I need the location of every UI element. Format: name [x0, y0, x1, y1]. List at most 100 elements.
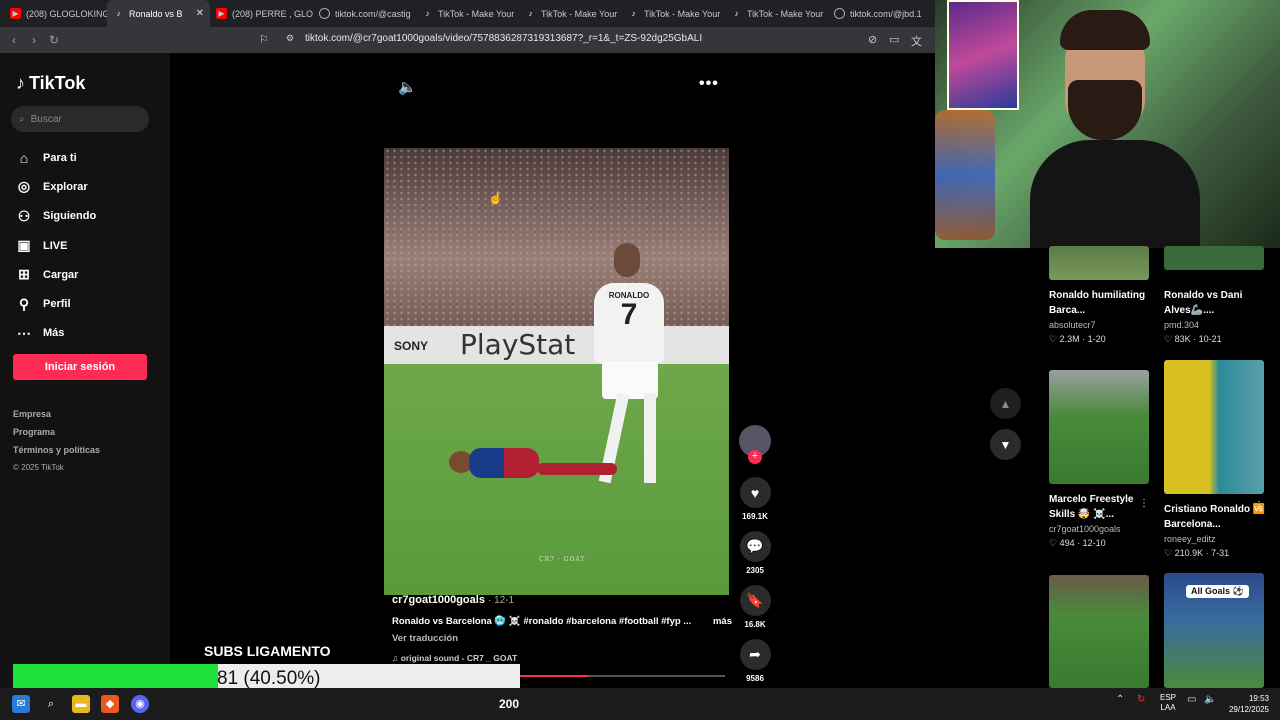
subs-goal-title: SUBS LIGAMENTO — [204, 643, 331, 659]
share-icon[interactable]: ➦ — [739, 639, 771, 670]
no-tracking-icon[interactable]: ⊘ — [868, 33, 877, 46]
back-icon[interactable]: ‹ — [4, 33, 24, 47]
related-stats: ♡ 210.9K · 7-31 — [1164, 548, 1230, 558]
video-progress-bar[interactable] — [520, 675, 725, 677]
browser-tab[interactable]: ♪ TikTok - Make Your — [416, 0, 519, 27]
follow-plus-icon[interactable]: + — [748, 450, 762, 464]
discord-icon[interactable]: ◉ — [131, 695, 149, 713]
save-count: 16.8K — [744, 620, 766, 629]
tiktok-note-icon: ♪ — [16, 73, 25, 93]
tiktok-logo[interactable]: ♪ TikTok — [16, 73, 85, 94]
tab-label: tiktok.com/@castig — [335, 8, 411, 19]
clock[interactable]: 19:53 29/12/2025 — [1225, 693, 1269, 715]
video-player[interactable]: SONY PlayStat RONALDO 7 CR7 · GOAT ☝ — [384, 148, 729, 595]
sidebar-item-más[interactable]: ⋯ Más — [16, 319, 96, 348]
video-thumbnail[interactable] — [1049, 246, 1149, 280]
browser-tab[interactable]: ♪ Ronaldo vs B ✕ — [107, 0, 210, 27]
tab-label: (208) GLOGLOKING — [26, 8, 107, 19]
author-avatar[interactable]: + — [739, 425, 771, 464]
browser-tab[interactable]: tiktok.com/@jbd.1 — [828, 0, 931, 27]
sidebar-item-live[interactable]: ▣ LIVE — [16, 231, 96, 260]
video-thumbnail[interactable]: All Goals ⚽ — [1164, 573, 1264, 688]
reload-icon[interactable]: ↻ — [44, 33, 64, 47]
volume-icon[interactable]: 🔈 — [398, 78, 417, 96]
address-bar: ‹ › ↻ ⚐ ⚙ tiktok.com/@cr7goat1000goals/v… — [0, 27, 935, 53]
kebab-menu-icon[interactable]: ⋮ — [1254, 500, 1264, 511]
profile-icon: ⚲ — [18, 295, 30, 312]
video-thumbnail[interactable] — [1164, 246, 1264, 270]
tab-label: TikTok - Make Your — [644, 8, 721, 19]
network-icon[interactable]: ▭ — [1187, 694, 1196, 705]
url-field[interactable]: tiktok.com/@cr7goat1000goals/video/75788… — [305, 33, 702, 44]
sidebar-item-cargar[interactable]: ⊞ Cargar — [16, 260, 96, 289]
video-thumbnail[interactable] — [1164, 360, 1264, 494]
translate-link[interactable]: Ver traducción — [392, 633, 732, 644]
sidebar-nav: ⌂ Para ti ◎ Explorar ⚇ Siguiendo ▣ LIVE ⊞ Cargar ⚲… — [16, 143, 96, 348]
browser-tab[interactable]: ♪ TikTok - Make Your — [725, 0, 828, 27]
related-video-card[interactable]: All Goals ⚽ — [1164, 573, 1266, 688]
footer-link-programa[interactable]: Programa — [13, 427, 100, 445]
footer-link-empresa[interactable]: Empresa — [13, 409, 100, 427]
bookmark-icon[interactable]: ⚐ — [259, 33, 269, 46]
tab-label: TikTok - Make Your — [438, 8, 515, 19]
screen-icon[interactable]: ▭ — [889, 33, 899, 46]
next-video-chevron-down-icon[interactable]: ▼ — [990, 429, 1021, 460]
tray-chevron-up-icon[interactable]: ⌃ — [1116, 694, 1124, 705]
related-video-card[interactable]: Ronaldo vs Dani Alves🦾.... pmd.304 ♡ 83K… — [1164, 246, 1266, 345]
more-options-icon[interactable]: ••• — [699, 75, 719, 93]
footer-link-terminos[interactable]: Términos y políticas — [13, 445, 100, 463]
related-video-card[interactable]: Ronaldo humiliating Barca... absolutecr7… — [1049, 246, 1151, 345]
author-name[interactable]: cr7goat1000goals — [392, 594, 485, 606]
browser-tab[interactable]: ♪ TikTok - Make Your — [519, 0, 622, 27]
subs-progress-text: 81 (40.50%) — [217, 668, 321, 689]
related-stats: ♡ 494 · 12-10 — [1049, 538, 1106, 548]
related-video-card[interactable] — [1049, 575, 1151, 688]
browser-tab[interactable]: tiktok.com/@castig — [313, 0, 416, 27]
bookmark-save-icon[interactable]: 🔖 — [739, 585, 771, 616]
browser-tab[interactable]: ▶ (208) GLOGLOKING — [4, 0, 107, 27]
sidebar-item-perfil[interactable]: ⚲ Perfil — [16, 289, 96, 318]
tab-label: tiktok.com/@jbd.1 — [850, 8, 922, 19]
related-video-card[interactable]: ⋮ Marcelo Freestyle Skills 🤯 ☠️... cr7go… — [1049, 370, 1151, 549]
comment-icon[interactable]: 💬 — [739, 531, 771, 562]
brave-browser-icon[interactable]: ◆ — [101, 695, 119, 713]
youtube-icon: ▶ — [10, 8, 21, 19]
previous-video-chevron-up-icon[interactable]: ▲ — [990, 388, 1021, 419]
hand-cursor-icon: ☝ — [488, 191, 503, 205]
youtube-icon: ▶ — [216, 8, 227, 19]
kebab-menu-icon[interactable]: ⋮ — [1139, 498, 1149, 509]
sync-icon[interactable]: ↻ — [1137, 694, 1145, 705]
volume-tray-icon[interactable]: 🔈 — [1204, 694, 1216, 705]
translate-icon[interactable]: 文 — [911, 33, 922, 49]
video-feed: 🔈 ••• SONY PlayStat RONALDO 7 CR7 · GOAT… — [170, 53, 1021, 688]
sidebar-item-label: Para ti — [43, 151, 77, 164]
sound-link[interactable]: ♫ original sound - CR7 _ GOAT — [392, 653, 732, 663]
heart-outline-icon: ♡ — [1164, 334, 1175, 344]
fallen-player — [429, 443, 619, 483]
video-thumbnail[interactable] — [1049, 575, 1149, 688]
close-tab-icon[interactable]: ✕ — [196, 8, 204, 19]
language-indicator[interactable]: ESP LAA — [1160, 693, 1176, 713]
outlook-icon[interactable]: ✉ — [12, 695, 30, 713]
site-info-icon[interactable]: ⚙ — [286, 33, 294, 44]
browser-tab[interactable]: ▶ (208) PERRE , GLOG — [210, 0, 313, 27]
comment-count: 2305 — [746, 566, 764, 575]
globe-icon — [319, 8, 330, 19]
more-link[interactable]: más — [713, 616, 732, 627]
file-explorer-icon[interactable]: ▬ — [72, 695, 90, 713]
sidebar-item-siguiendo[interactable]: ⚇ Siguiendo — [16, 202, 96, 231]
login-button[interactable]: Iniciar sesión — [13, 354, 147, 380]
search-input[interactable]: ⌕ Buscar — [11, 106, 149, 132]
heart-outline-icon: ♡ — [1164, 548, 1175, 558]
video-thumbnail[interactable] — [1049, 370, 1149, 484]
related-video-card[interactable]: ⋮ Cristiano Ronaldo 🆚 Barcelona... ronee… — [1164, 360, 1266, 559]
sidebar-item-explorar[interactable]: ◎ Explorar — [16, 172, 96, 201]
browser-tab[interactable]: ♪ TikTok - Make Your — [622, 0, 725, 27]
like-heart-icon[interactable]: ♥ — [739, 477, 771, 508]
overlay-count: 200 — [499, 697, 520, 711]
sidebar-item-para-ti[interactable]: ⌂ Para ti — [16, 143, 96, 172]
search-icon[interactable]: ⌕ — [42, 695, 60, 713]
wall-poster — [947, 0, 1019, 110]
home-icon: ⌂ — [19, 149, 29, 166]
forward-icon[interactable]: › — [24, 33, 44, 47]
